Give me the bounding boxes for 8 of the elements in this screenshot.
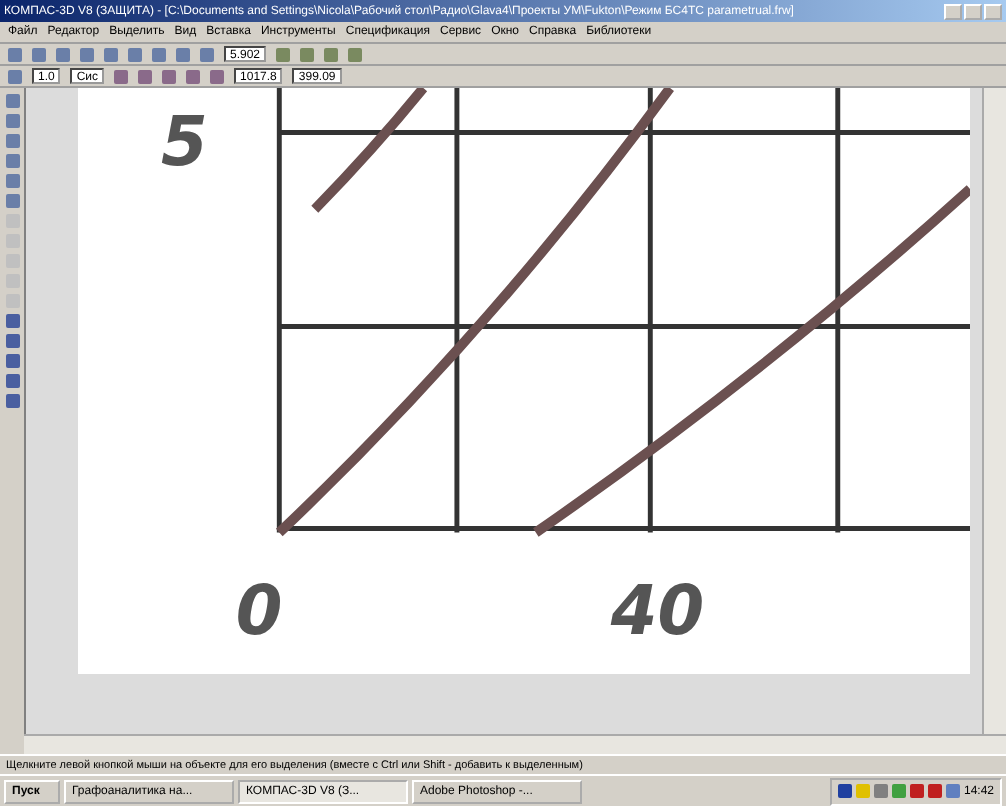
vertical-scrollbar[interactable] <box>982 88 1006 734</box>
axis-label: 40 <box>610 570 705 652</box>
axis-label: 0 <box>235 570 283 652</box>
maximize-button[interactable] <box>964 3 982 19</box>
close-button[interactable] <box>984 3 1002 19</box>
horizontal-scrollbar[interactable] <box>24 734 1006 754</box>
axis-label: 5 <box>160 102 208 183</box>
minimize-button[interactable] <box>944 3 962 19</box>
